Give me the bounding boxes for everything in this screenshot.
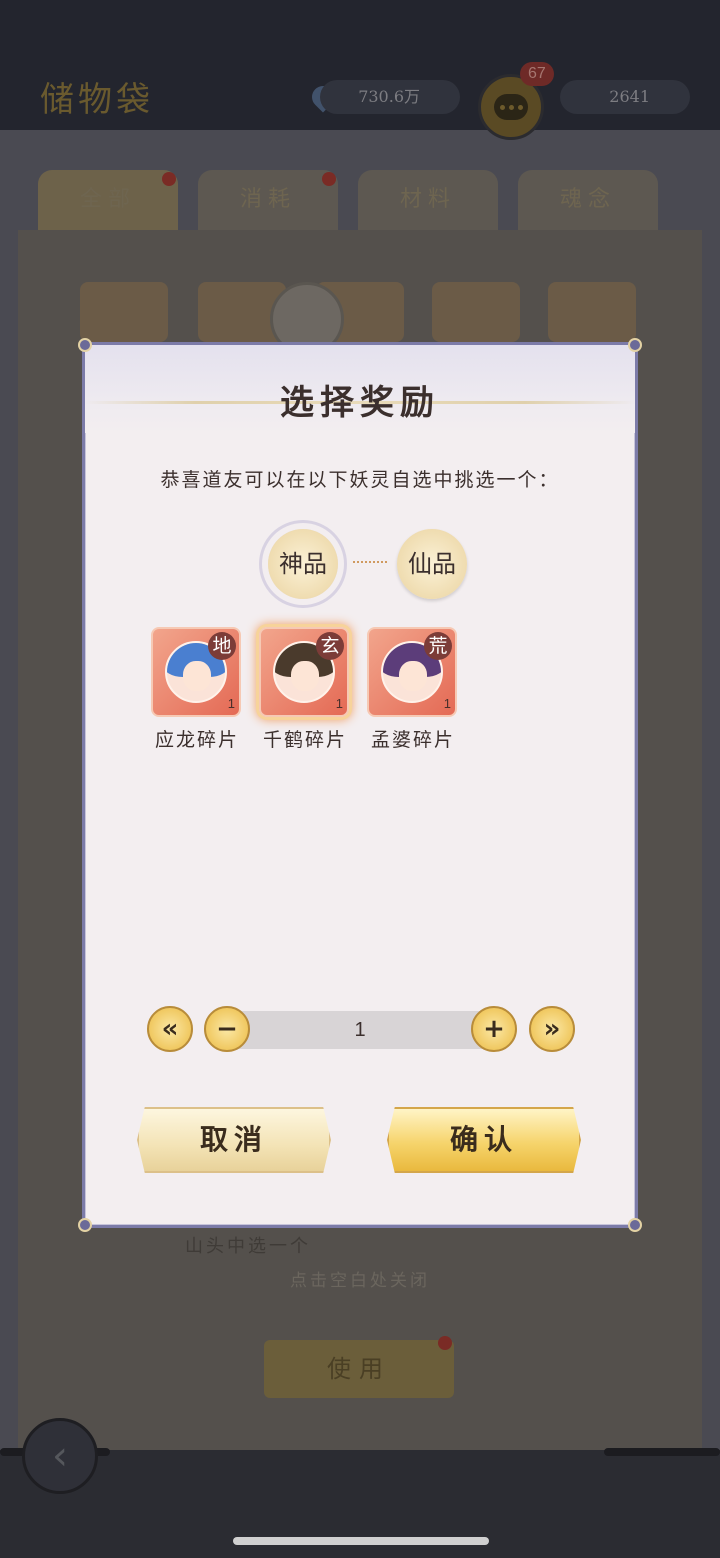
tab-consumables[interactable]: 消耗 bbox=[198, 170, 338, 230]
red-dot-icon bbox=[322, 172, 336, 186]
item-name: 孟婆碎片 bbox=[370, 729, 455, 751]
bag-item[interactable] bbox=[548, 282, 636, 342]
grade-connector bbox=[353, 561, 387, 563]
chat-unread-badge: 67 bbox=[520, 62, 554, 86]
rank-badge: 玄 bbox=[316, 632, 344, 660]
quantity-value[interactable]: 1 bbox=[235, 1011, 485, 1049]
bag-item[interactable] bbox=[432, 282, 520, 342]
face bbox=[183, 661, 211, 691]
bag-item[interactable] bbox=[80, 282, 168, 342]
grade-tab-immortal[interactable]: 仙品 bbox=[397, 529, 467, 599]
back-arrow-icon[interactable]: ‹ bbox=[22, 1418, 98, 1494]
face bbox=[399, 661, 427, 691]
cancel-button[interactable]: 取消 bbox=[137, 1107, 331, 1173]
chat-bubble-icon bbox=[494, 94, 528, 120]
quantity-min-button[interactable]: « bbox=[147, 1006, 193, 1052]
red-dot-icon bbox=[438, 1336, 452, 1350]
rank-badge: 荒 bbox=[424, 632, 452, 660]
tab-materials[interactable]: 材料 bbox=[358, 170, 498, 230]
divider bbox=[604, 1448, 720, 1456]
tab-all[interactable]: 全部 bbox=[38, 170, 178, 230]
grade-tab-divine[interactable]: 神品 bbox=[268, 529, 338, 599]
reward-selection-dialog: 选择奖励 恭喜道友可以在以下妖灵自选中挑选一个： 神品 仙品 地 1 应龙碎片 … bbox=[78, 338, 642, 1232]
item-description: 山头中选一个 bbox=[185, 1236, 311, 1257]
item-name: 千鹤碎片 bbox=[262, 729, 347, 751]
close-tip[interactable]: 点击空白处关闭 bbox=[0, 1266, 720, 1291]
corner-ornament-icon bbox=[78, 338, 92, 352]
confirm-button[interactable]: 确认 bbox=[387, 1107, 581, 1173]
item-count: 1 bbox=[227, 696, 235, 711]
item-name: 应龙碎片 bbox=[154, 729, 239, 751]
item-count: 1 bbox=[443, 696, 451, 711]
item-count: 1 bbox=[335, 696, 343, 711]
reward-item-yinglong[interactable]: 地 1 应龙碎片 bbox=[151, 627, 247, 752]
quantity-stepper: 1 « − + » bbox=[85, 1003, 635, 1055]
home-indicator[interactable] bbox=[233, 1537, 489, 1545]
dialog-subtitle: 恭喜道友可以在以下妖灵自选中挑选一个： bbox=[160, 469, 560, 491]
resource-counter-gold: 2641 bbox=[560, 80, 690, 114]
item-card[interactable]: 荒 1 bbox=[367, 627, 457, 717]
quantity-max-button[interactable]: » bbox=[529, 1006, 575, 1052]
bag-title: 储物袋 bbox=[40, 80, 154, 120]
reward-item-qianhe[interactable]: 玄 1 千鹤碎片 bbox=[259, 627, 355, 752]
corner-ornament-icon bbox=[78, 1218, 92, 1232]
use-button[interactable]: 使用 bbox=[264, 1336, 454, 1398]
corner-ornament-icon bbox=[628, 1218, 642, 1232]
tab-souls[interactable]: 魂念 bbox=[518, 170, 658, 230]
corner-ornament-icon bbox=[628, 338, 642, 352]
quantity-minus-button[interactable]: − bbox=[204, 1006, 250, 1052]
rank-badge: 地 bbox=[208, 632, 236, 660]
dialog-title: 选择奖励 bbox=[280, 383, 440, 423]
red-dot-icon bbox=[162, 172, 176, 186]
reward-item-mengpo[interactable]: 荒 1 孟婆碎片 bbox=[367, 627, 463, 752]
quantity-plus-button[interactable]: + bbox=[471, 1006, 517, 1052]
item-card[interactable]: 玄 1 bbox=[259, 627, 349, 717]
item-card[interactable]: 地 1 bbox=[151, 627, 241, 717]
resource-counter-spirit: 730.6万 bbox=[320, 80, 460, 114]
face bbox=[291, 661, 319, 691]
